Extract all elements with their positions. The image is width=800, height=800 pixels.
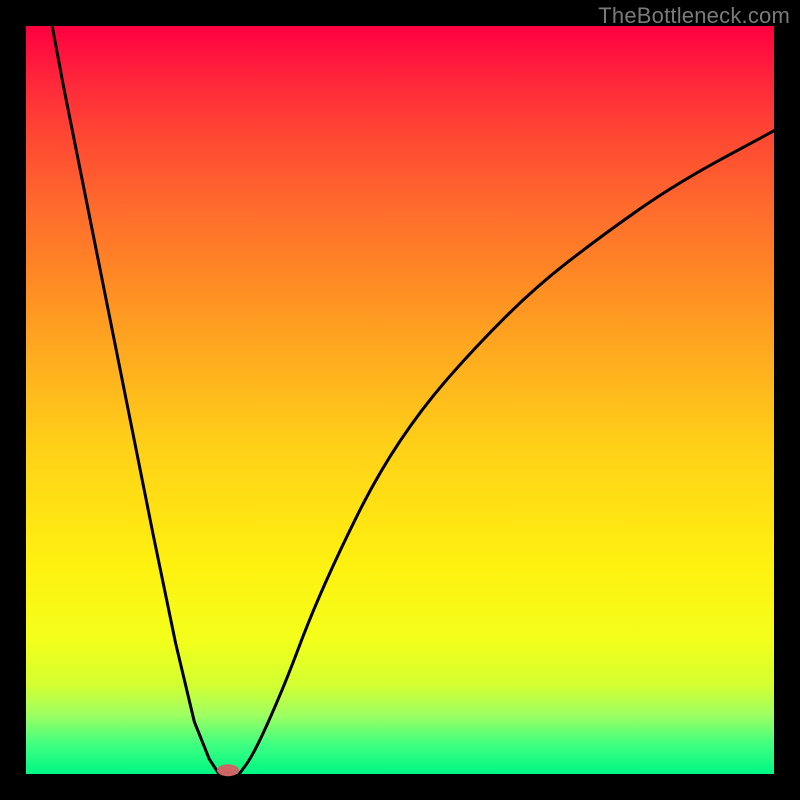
chart-right-branch bbox=[239, 131, 774, 774]
watermark-text: TheBottleneck.com bbox=[598, 3, 790, 29]
chart-marker bbox=[217, 764, 239, 776]
chart-stage: TheBottleneck.com bbox=[0, 0, 800, 800]
chart-left-branch bbox=[52, 26, 219, 774]
chart-svg bbox=[0, 0, 800, 800]
